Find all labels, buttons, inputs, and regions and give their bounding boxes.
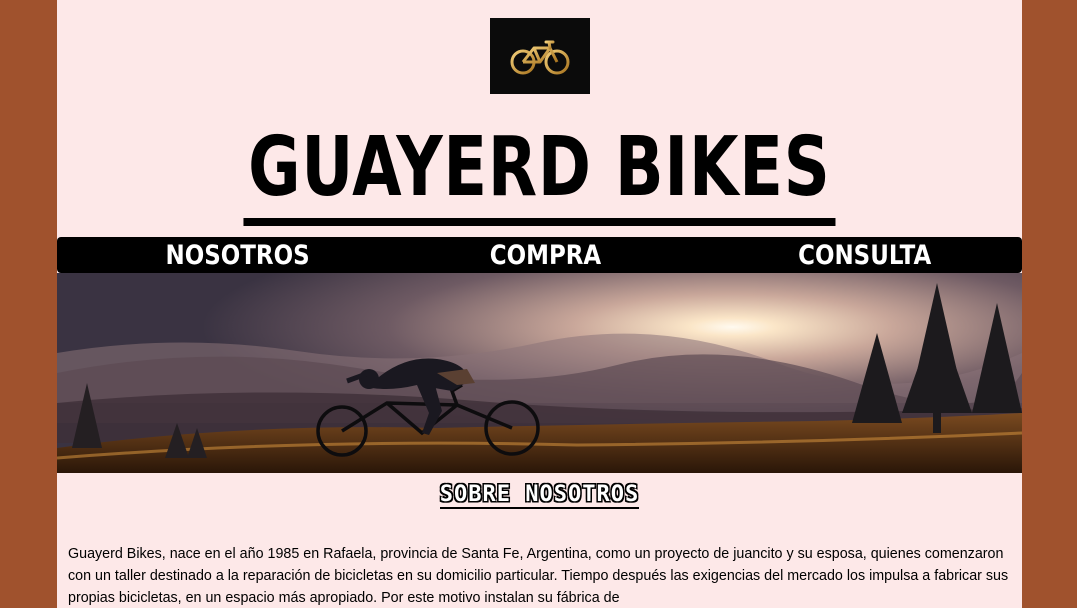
nav-item-consulta[interactable]: CONSULTA <box>798 237 931 273</box>
nav-item-compra[interactable]: COMPRA <box>490 237 601 273</box>
site-title-text: GUAYERD BIKES <box>243 118 836 226</box>
section-heading-text: SOBRE NOSOTROS <box>439 482 640 509</box>
page-container: GUAYERD BIKES NOSOTROS COMPRA CONSULTA S… <box>57 0 1022 608</box>
nav-item-nosotros[interactable]: NOSOTROS <box>166 237 310 273</box>
about-paragraph: Guayerd Bikes, nace en el año 1985 en Ra… <box>68 546 1009 606</box>
site-title: GUAYERD BIKES <box>57 118 1022 226</box>
mountain-biker-sunset-image <box>57 273 1022 473</box>
logo[interactable] <box>490 18 590 94</box>
section-heading: SOBRE NOSOTROS <box>57 482 1022 509</box>
bicycle-icon <box>510 40 570 75</box>
main-nav: NOSOTROS COMPRA CONSULTA <box>57 237 1022 273</box>
hero-image <box>57 273 1022 473</box>
